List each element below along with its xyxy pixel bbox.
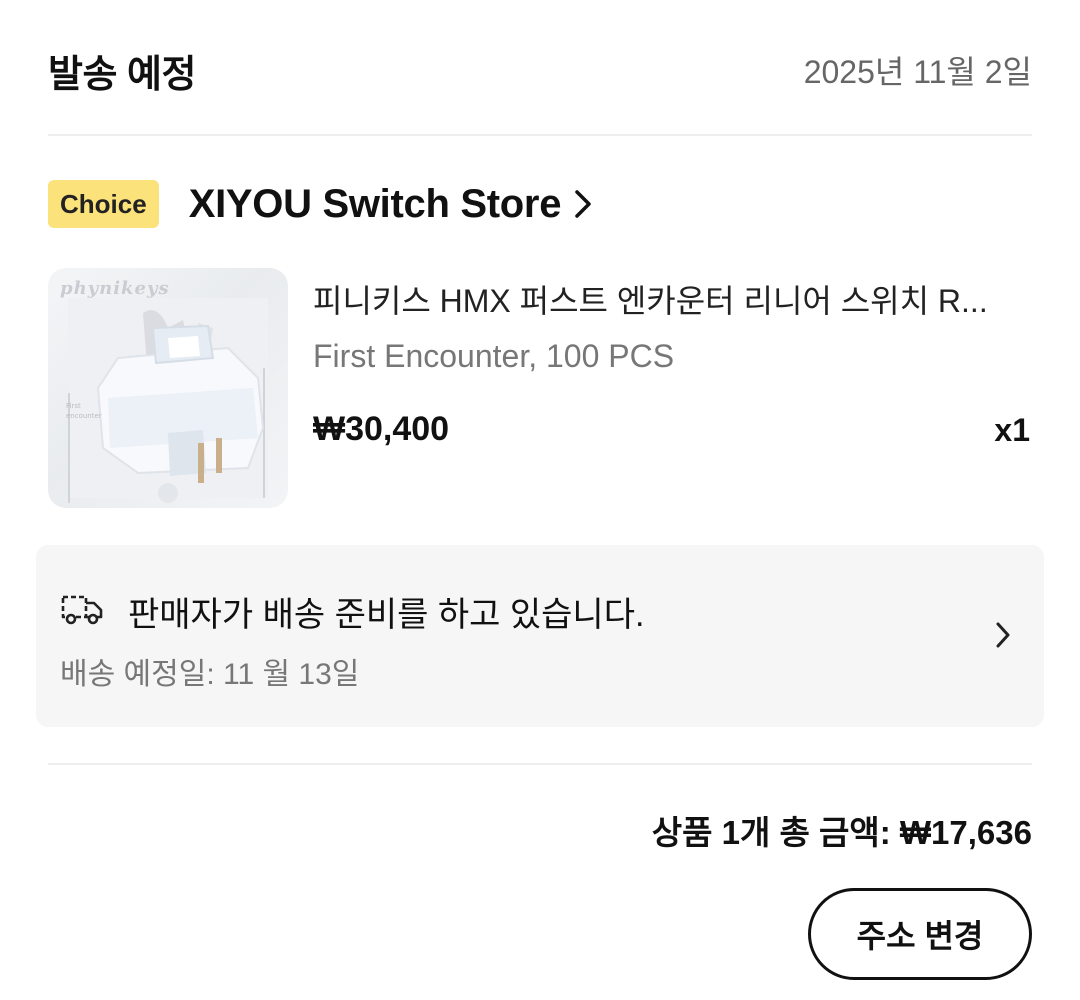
order-header: 발송 예정 2025년 11월 2일 [48,38,1032,102]
page-title: 발송 예정 [48,53,196,96]
chevron-right-icon[interactable] [573,188,593,220]
order-date: 2025년 11월 2일 [803,54,1032,90]
estimated-delivery-date: 배송 예정일: 11 월 13일 [60,658,360,691]
product-image[interactable]: First encounter phynikeys [48,268,288,508]
divider [48,134,1032,136]
change-address-button[interactable]: 주소 변경 [808,888,1032,980]
delivery-truck-icon [60,591,104,632]
store-name[interactable]: XIYOU Switch Store [189,182,562,227]
product-variant: First Encounter, 100 PCS [313,338,675,374]
shipping-status-text: 판매자가 배송 준비를 하고 있습니다. [128,596,645,634]
product-item[interactable]: First encounter phynikeys 피니키스 HMX 퍼스트 엔… [48,268,1032,508]
product-quantity: x1 [994,412,1030,448]
product-name[interactable]: 피니키스 HMX 퍼스트 엔카운터 리니어 스위치 R... [313,276,1032,322]
order-total: 상품 1개 총 금액: ₩17,636 [651,814,1032,851]
store-link[interactable]: Choice XIYOU Switch Store [48,178,593,230]
brand-logo: phynikeys [60,278,170,299]
chevron-right-icon[interactable] [994,620,1012,655]
choice-badge: Choice [48,180,159,228]
svg-text:First: First [66,402,81,410]
shipping-status-card[interactable]: 판매자가 배송 준비를 하고 있습니다. 배송 예정일: 11 월 13일 [36,545,1044,727]
product-price: ₩30,400 [313,410,450,448]
svg-text:encounter: encounter [66,412,102,420]
product-info[interactable]: 피니키스 HMX 퍼스트 엔카운터 리니어 스위치 R... First Enc… [313,268,1032,508]
divider [48,763,1032,765]
